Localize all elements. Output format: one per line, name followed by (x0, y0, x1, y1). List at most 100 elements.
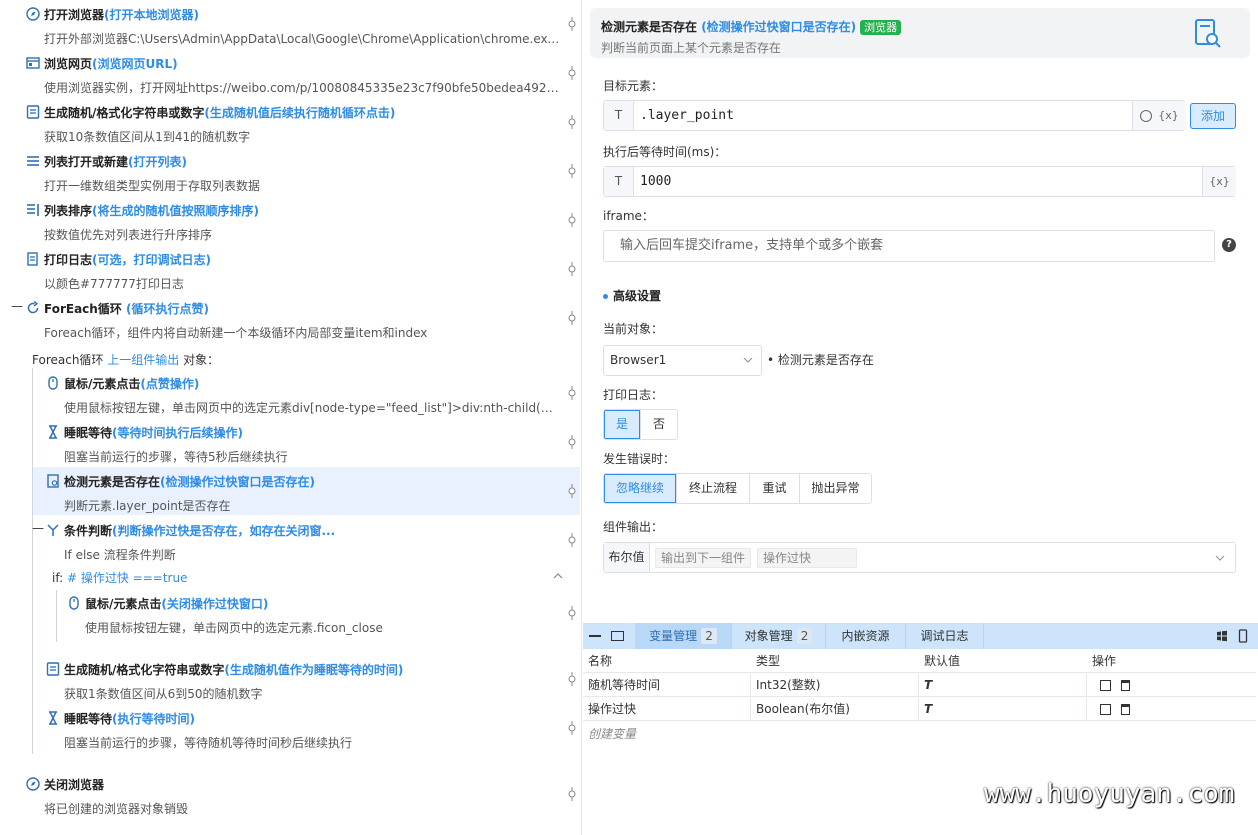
step-check-element[interactable]: 检测元素是否存在(检测操作过快窗口是否存在) 判断元素.layer_point是… (33, 467, 580, 515)
wait-time-field[interactable]: T 1000 {x} (603, 166, 1236, 197)
windows-icon[interactable] (1216, 630, 1228, 642)
output-type: 布尔值 (604, 543, 650, 572)
step-random-wait-time[interactable]: 生成随机/格式化字符串或数字(生成随机值作为睡眠等待的时间) 获取1条数值区间从… (46, 655, 561, 703)
chevron-up-icon[interactable] (552, 572, 564, 580)
step-desc: 使用浏览器实例，打开网址https://weibo.com/p/10080845… (44, 81, 564, 95)
step-foreach[interactable]: ForEach循环 (循环执行点赞) Foreach循环，组件内将自动新建一个本… (26, 294, 566, 342)
variable-type[interactable]: Boolean(布尔值) (751, 697, 919, 721)
variable-insert-button[interactable]: {x} (1202, 167, 1236, 196)
help-icon[interactable]: ? (1222, 238, 1236, 252)
foreach-tree-line (32, 368, 33, 754)
connector-icon[interactable] (565, 435, 579, 449)
component-header: 检测元素是否存在 (检测操作过快窗口是否存在) 浏览器 判断当前页面上某个元素是否… (590, 8, 1250, 58)
connector-icon[interactable] (565, 66, 579, 80)
connector-icon[interactable] (565, 533, 579, 547)
step-print-log[interactable]: 打印日志(可选，打印调试日志) 以颜色#777777打印日志 (26, 245, 566, 293)
step-hint: (打开本地浏览器) (104, 8, 199, 22)
default-value[interactable]: T (919, 673, 1087, 697)
create-variable-link[interactable]: 创建变量 (588, 725, 636, 742)
step-random-number[interactable]: 生成随机/格式化字符串或数字(生成随机值后续执行随机循环点击) 获取10条数值区… (26, 98, 566, 146)
tab-objects[interactable]: 对象管理 2 (732, 623, 826, 649)
step-condition[interactable]: 条件判断(判断操作过快是否存在，如存在关闭窗... If else 流程条件判断 (46, 516, 561, 564)
bottom-tab-bar: 变量管理 2 对象管理 2 内嵌资源 调试日志 (583, 623, 1258, 649)
add-button[interactable]: 添加 (1190, 103, 1236, 129)
connector-icon[interactable] (565, 262, 579, 276)
connector-icon[interactable] (565, 787, 579, 801)
foreach-source-link[interactable]: 上一组件输出 (107, 353, 179, 367)
target-element-label: 目标元素： (603, 79, 664, 93)
step-hint: (关闭操作过快窗口) (161, 597, 269, 611)
delete-icon[interactable] (1120, 704, 1130, 715)
step-open-browser[interactable]: 打开浏览器(打开本地浏览器) 打开外部浏览器C:\Users\Admin\App… (26, 0, 566, 48)
edit-icon[interactable] (1100, 680, 1111, 691)
connector-icon[interactable] (565, 484, 579, 498)
mobile-icon[interactable] (1238, 629, 1248, 643)
current-object-select[interactable]: Browser1 (603, 345, 762, 376)
target-element-field[interactable]: T .layer_point {x} (603, 100, 1186, 131)
ignore-continue-option[interactable]: 忽略继续 (604, 474, 677, 503)
collapse-condition-toggle[interactable]: — (32, 521, 44, 535)
tab-debug-log[interactable]: 调试日志 (906, 623, 984, 649)
browser-close-icon (26, 777, 40, 791)
type-prefix: T (604, 167, 634, 196)
step-title: 列表打开或新建 (44, 155, 129, 169)
log-yes-option[interactable]: 是 (604, 410, 641, 439)
default-value[interactable]: T (919, 697, 1087, 721)
table-row[interactable]: 随机等待时间 Int32(整数) T (583, 673, 1256, 697)
connector-icon[interactable] (565, 386, 579, 400)
step-list-open[interactable]: 列表打开或新建(打开列表) 打开一维数组类型实例用于存取列表数据 (26, 147, 566, 195)
if-expression: # 操作过快 ===true (67, 571, 188, 585)
step-click-like[interactable]: 鼠标/元素点击(点赞操作) 使用鼠标按钮左键，单击网页中的选定元素div[nod… (46, 369, 561, 417)
step-hint: (生成随机值作为睡眠等待的时间) (224, 663, 404, 677)
edit-icon[interactable] (1100, 704, 1111, 715)
log-no-option[interactable]: 否 (641, 410, 677, 439)
step-close-browser[interactable]: 关闭浏览器 将已创建的浏览器对象销毁 (26, 770, 566, 818)
stop-flow-option[interactable]: 终止流程 (677, 474, 750, 503)
connector-icon[interactable] (565, 311, 579, 325)
table-row[interactable]: 操作过快 Boolean(布尔值) T (583, 697, 1256, 721)
wait-time-input[interactable]: 1000 (640, 167, 671, 196)
column-header: 名称 (588, 654, 613, 668)
flow-panel: 打开浏览器(打开本地浏览器) 打开外部浏览器C:\Users\Admin\App… (0, 0, 580, 835)
restore-icon[interactable] (611, 631, 624, 641)
iframe-field[interactable]: 输入后回车提交iframe，支持单个或多个嵌套 (603, 230, 1215, 262)
print-log-toggle: 是 否 (603, 409, 678, 440)
variable-name[interactable]: 操作过快 (583, 697, 751, 721)
connector-icon[interactable] (565, 672, 579, 686)
iframe-input[interactable]: 输入后回车提交iframe，支持单个或多个嵌套 (620, 231, 883, 261)
collapse-foreach-toggle[interactable]: — (11, 299, 23, 313)
step-click-close[interactable]: 鼠标/元素点击(关闭操作过快窗口) 使用鼠标按钮左键，单击网页中的选定元素.fi… (67, 589, 562, 637)
connector-icon[interactable] (565, 164, 579, 178)
minimize-icon[interactable] (589, 635, 601, 637)
delete-icon[interactable] (1120, 680, 1130, 691)
watermark: www.huoyuyan.com (984, 779, 1235, 809)
connector-icon[interactable] (565, 17, 579, 31)
step-desc: 阻塞当前运行的步骤，等待5秒后继续执行 (64, 450, 288, 464)
step-list-sort[interactable]: 列表排序(将生成的随机值按照顺序排序) 按数值优先对列表进行升序排序 (26, 196, 566, 244)
if-branch-line[interactable]: if: # 操作过快 ===true (52, 569, 187, 586)
step-browse-page[interactable]: 浏览网页(浏览网页URL) 使用浏览器实例，打开网址https://weibo.… (26, 49, 566, 97)
step-sleep-random[interactable]: 睡眠等待(执行等待时间) 阻塞当前运行的步骤，等待随机等待时间秒后继续执行 (46, 704, 561, 752)
variable-type[interactable]: Int32(整数) (751, 673, 919, 697)
advanced-settings-heading[interactable]: 高级设置 (603, 287, 661, 304)
step-hint: (点赞操作) (140, 377, 200, 391)
throw-exception-option[interactable]: 抛出异常 (800, 474, 871, 503)
connector-icon[interactable] (565, 606, 579, 620)
connector-icon[interactable] (565, 115, 579, 129)
component-output-select[interactable]: 布尔值 输出到下一组件 操作过快 (603, 542, 1236, 573)
connector-icon[interactable] (565, 213, 579, 227)
step-desc: 按数值优先对列表进行升序排序 (44, 228, 213, 242)
tab-variables[interactable]: 变量管理 2 (635, 623, 732, 649)
variable-insert-button[interactable]: {x} (1158, 109, 1179, 122)
step-desc: 将已创建的浏览器对象销毁 (44, 802, 189, 816)
crosshair-icon[interactable] (1140, 110, 1153, 122)
step-title: 生成随机/格式化字符串或数字 (44, 106, 205, 120)
connector-icon[interactable] (565, 721, 579, 735)
tab-embedded-resources[interactable]: 内嵌资源 (826, 623, 906, 649)
step-sleep-wait[interactable]: 睡眠等待(等待时间执行后续操作) 阻塞当前运行的步骤，等待5秒后继续执行 (46, 418, 561, 466)
iframe-label: iframe： (603, 209, 654, 223)
retry-option[interactable]: 重试 (750, 474, 800, 503)
target-element-input[interactable]: .layer_point (640, 101, 734, 130)
variable-name[interactable]: 随机等待时间 (583, 673, 751, 697)
step-desc: 以颜色#777777打印日志 (44, 277, 184, 291)
